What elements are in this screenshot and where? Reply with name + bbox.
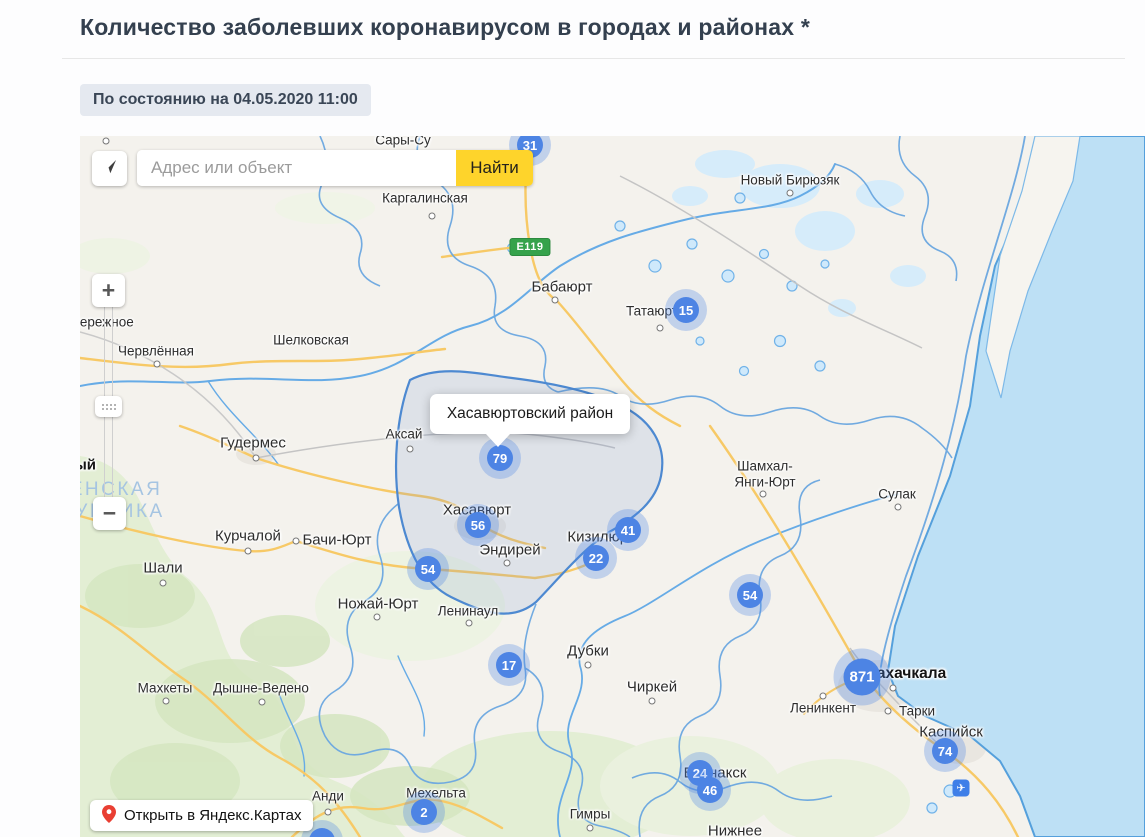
zoom-out-button[interactable]: −	[93, 497, 126, 530]
slider-grip-icon	[102, 404, 116, 410]
case-marker-value: 22	[589, 551, 603, 566]
case-marker[interactable]: 2	[411, 799, 437, 825]
open-in-yandex-button[interactable]: Открыть в Яндекс.Картах	[90, 800, 313, 831]
markers-layer: 311579564122545417871742446270	[80, 136, 1145, 837]
page-title: Количество заболевших коронавирусом в го…	[80, 14, 810, 41]
case-marker-value: 70	[315, 834, 329, 837]
case-marker[interactable]: 70	[309, 828, 335, 837]
page: Количество заболевших коронавирусом в го…	[0, 0, 1145, 837]
case-marker-value: 15	[679, 303, 693, 318]
case-marker-value: 54	[743, 588, 757, 603]
map-container[interactable]: Е119 ✈ Сары-СуКаргалинскаяНовый БирюзякБ…	[80, 136, 1145, 837]
case-marker[interactable]: 871	[844, 659, 881, 696]
district-tooltip: Хасавюртовский район	[430, 394, 630, 434]
zoom-in-button[interactable]: +	[92, 274, 125, 307]
case-marker[interactable]: 54	[415, 556, 441, 582]
find-button[interactable]: Найти	[456, 150, 533, 186]
case-marker-value: 2	[420, 805, 427, 820]
case-marker-value: 46	[703, 783, 717, 798]
case-marker[interactable]: 41	[615, 517, 641, 543]
case-marker-value: 41	[621, 523, 635, 538]
locate-button[interactable]	[92, 151, 127, 186]
case-marker[interactable]: 22	[583, 545, 609, 571]
case-marker[interactable]: 17	[496, 652, 522, 678]
case-marker[interactable]: 15	[673, 297, 699, 323]
search-bar: Найти	[137, 150, 533, 186]
zoom-slider-handle[interactable]	[95, 396, 122, 417]
date-badge: По состоянию на 04.05.2020 11:00	[80, 84, 371, 116]
search-input[interactable]	[137, 150, 456, 186]
case-marker-value: 79	[493, 451, 507, 466]
case-marker[interactable]: 74	[932, 738, 958, 764]
case-marker-value: 871	[849, 669, 874, 686]
case-marker[interactable]: 46	[697, 777, 723, 803]
case-marker-value: 74	[938, 744, 952, 759]
case-marker[interactable]: 56	[465, 512, 491, 538]
open-in-yandex-label: Открыть в Яндекс.Картах	[124, 807, 301, 824]
divider	[62, 58, 1125, 59]
case-marker-value: 54	[421, 562, 435, 577]
case-marker[interactable]: 54	[737, 582, 763, 608]
case-marker-value: 17	[502, 658, 516, 673]
case-marker[interactable]: 79	[487, 445, 513, 471]
yandex-pin-icon	[102, 805, 116, 827]
locate-arrow-icon	[100, 157, 119, 181]
case-marker-value: 56	[471, 518, 485, 533]
